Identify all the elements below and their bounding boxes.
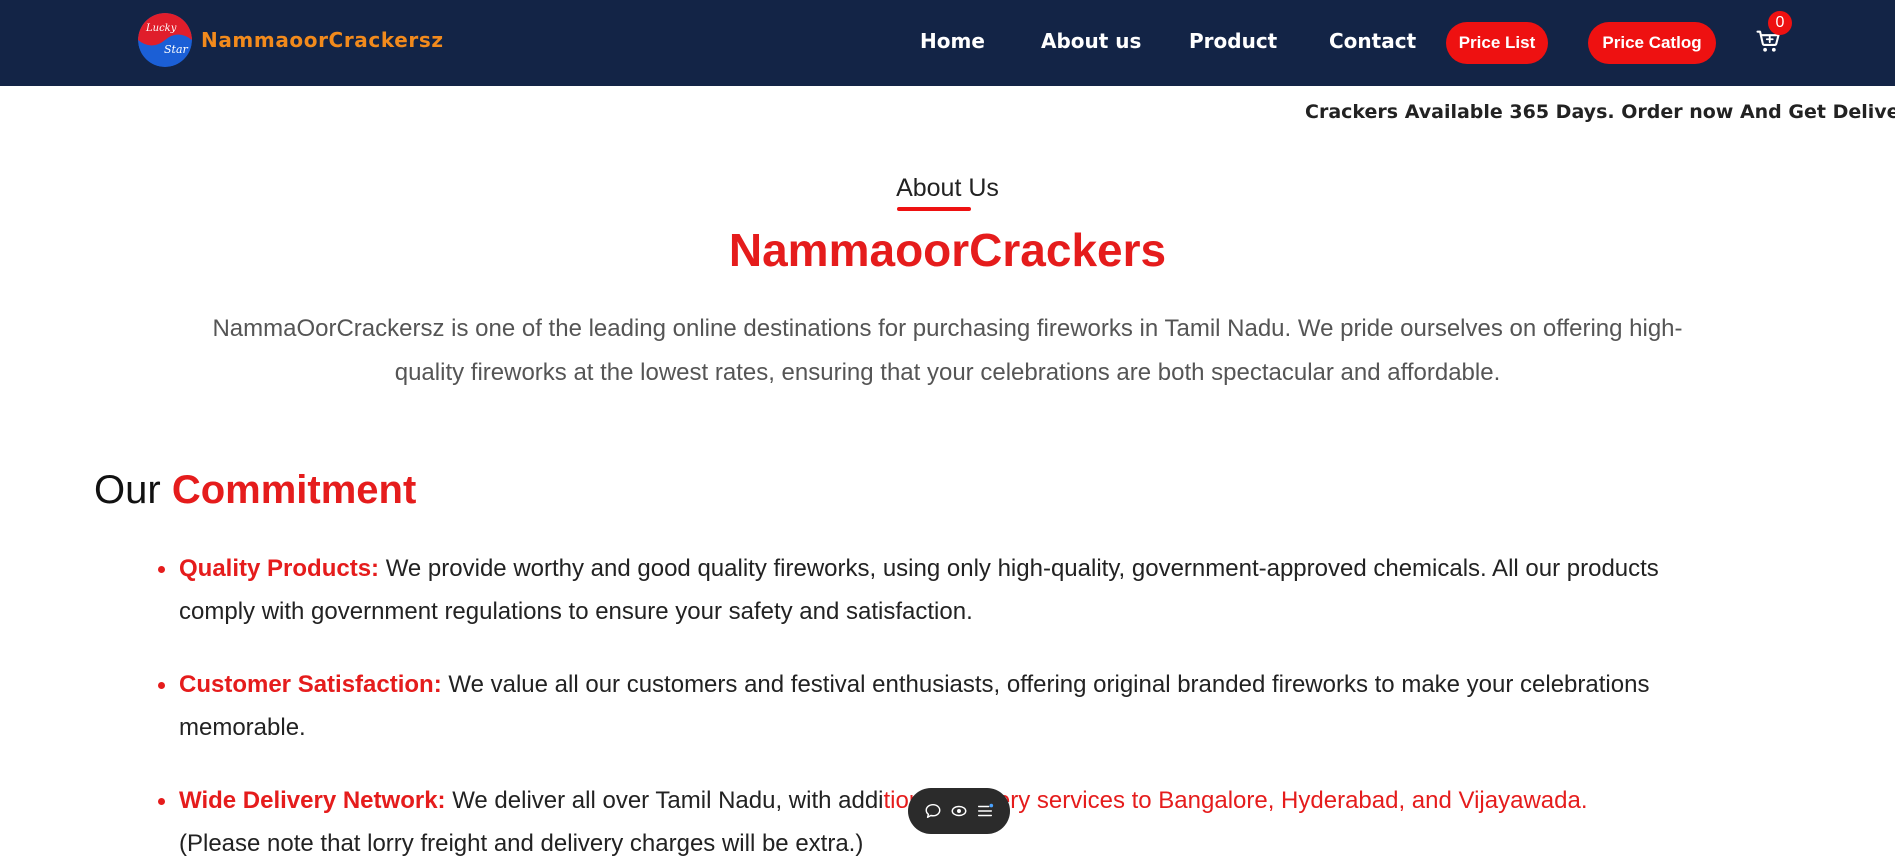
bullet-icon [158, 682, 165, 689]
commitment-item-lead: Wide Delivery Network: [179, 787, 446, 814]
cart-count-badge: 0 [1768, 11, 1792, 35]
nav-product[interactable]: Product [1189, 29, 1277, 53]
commitment-item-text: We provide worthy and good quality firew… [179, 555, 1659, 625]
commitment-heading: Our Commitment [94, 468, 416, 513]
about-section-label: About Us [896, 174, 999, 202]
commitment-item-text: We deliver all over Tamil Nadu, with add… [445, 787, 884, 814]
commitment-item: Quality Products: We provide worthy and … [158, 547, 1739, 633]
price-catalog-button[interactable]: Price Catlog [1588, 22, 1716, 64]
nav-about-us[interactable]: About us [1041, 29, 1141, 53]
floating-toolbar [908, 788, 1010, 834]
eye-icon[interactable] [950, 802, 968, 820]
about-title: NammaoorCrackers [728, 224, 1167, 276]
price-list-button[interactable]: Price List [1446, 22, 1548, 64]
main-nav: Home About us Product Contact Price List… [0, 0, 1895, 86]
about-underline [897, 207, 971, 211]
commitment-item-lead: Customer Satisfaction: [179, 671, 442, 698]
chat-icon[interactable] [924, 802, 942, 820]
commitment-heading-accent: Commitment [171, 468, 417, 512]
nav-home[interactable]: Home [920, 29, 985, 53]
bullet-icon [158, 798, 165, 805]
site-header: Lucky Star NammaoorCrackersz Home About … [0, 0, 1895, 86]
commitment-item: Customer Satisfaction: We value all our … [158, 663, 1739, 749]
commitment-item-note: (Please note that lorry freight and deli… [179, 830, 864, 857]
nav-contact[interactable]: Contact [1329, 29, 1416, 53]
commitment-item-lead: Quality Products: [179, 555, 380, 582]
menu-icon[interactable] [976, 802, 994, 820]
bullet-icon [158, 566, 165, 573]
commitment-heading-plain: Our [94, 468, 161, 512]
about-intro: NammaOorCrackersz is one of the leading … [212, 315, 1683, 386]
announcement-marquee: Crackers Available 365 Days. Order now A… [1305, 101, 1895, 123]
